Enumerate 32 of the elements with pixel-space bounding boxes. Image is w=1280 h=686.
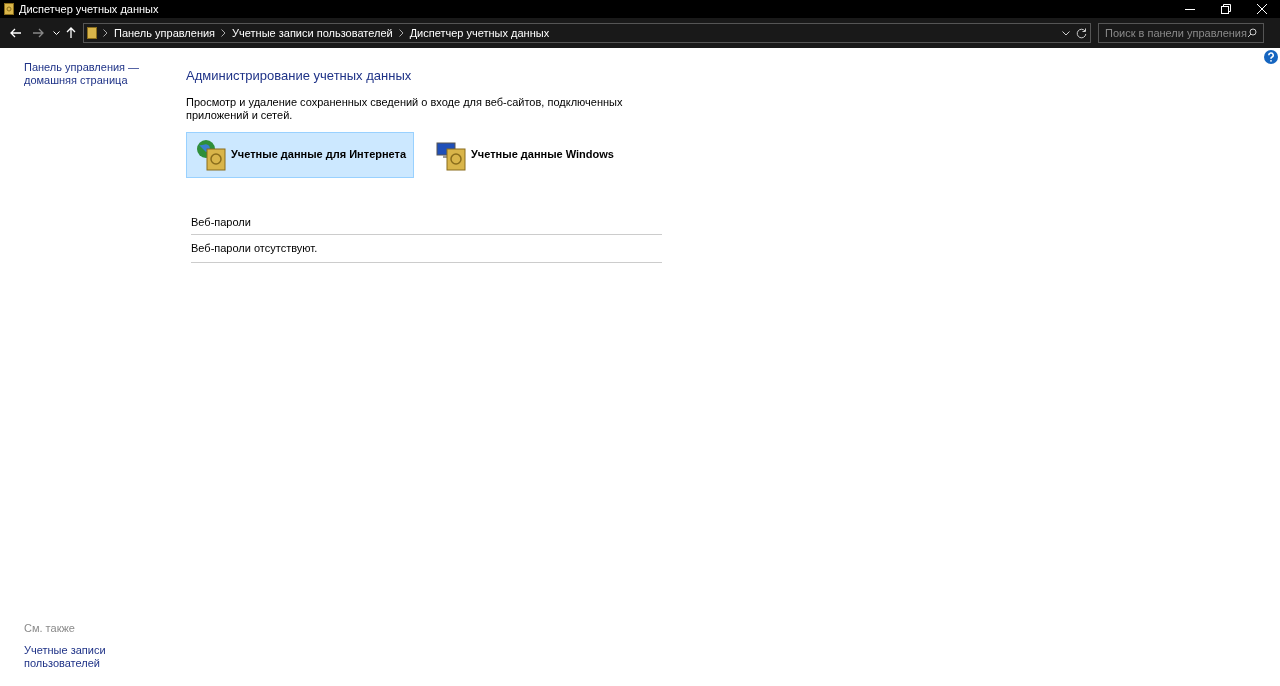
chevron-down-icon: [52, 31, 60, 35]
help-icon[interactable]: [1264, 50, 1278, 64]
chevron-right-icon: [398, 29, 404, 37]
description-text: Просмотр и удаление сохраненных сведений о входе для веб-сайтов, подключенных приложений и сетей.: [186, 95, 624, 122]
search-field[interactable]: Поиск в панели управления: [1098, 23, 1264, 43]
search-icon: [1247, 28, 1257, 38]
restore-icon: [1221, 4, 1231, 14]
vault-icon: [4, 3, 14, 15]
window-title: Диспетчер учетных данных: [19, 1, 159, 17]
see-also-heading: См. также: [24, 620, 76, 636]
see-also-link[interactable]: Учетные записи пользователей: [24, 644, 114, 670]
credential-tab[interactable]: Учетные данные Windows: [426, 131, 654, 178]
breadcrumb-item[interactable]: Учетные записи пользователей: [232, 24, 393, 42]
refresh-icon: [1076, 27, 1087, 39]
credential-tab[interactable]: Учетные данные для Интернета: [186, 131, 414, 178]
breadcrumb-item[interactable]: Диспетчер учетных данных: [409, 24, 550, 42]
globe-vault-icon: [195, 138, 229, 171]
vault-icon: [87, 27, 97, 39]
close-icon: [1257, 4, 1267, 14]
minimize-icon: [1185, 8, 1195, 10]
up-arrow-icon: [66, 27, 76, 39]
chevron-right-icon: [103, 29, 108, 37]
breadcrumb-item[interactable]: Панель управления: [114, 24, 216, 42]
page-heading: Администрирование учетных данных: [186, 67, 413, 85]
address-bar[interactable]: Панель управления Учетные записи пользователей Диспетчер учетных данных: [83, 23, 1091, 43]
forward-arrow-icon: [32, 28, 44, 38]
chevron-down-icon: [1062, 30, 1070, 36]
back-arrow-icon: [10, 28, 22, 38]
chevron-right-icon: [221, 29, 227, 37]
section-title: Веб-пароли: [191, 209, 662, 235]
home-link[interactable]: Панель управления — домашняя страница: [24, 61, 144, 87]
empty-message: Веб-пароли отсутствуют.: [191, 235, 662, 263]
